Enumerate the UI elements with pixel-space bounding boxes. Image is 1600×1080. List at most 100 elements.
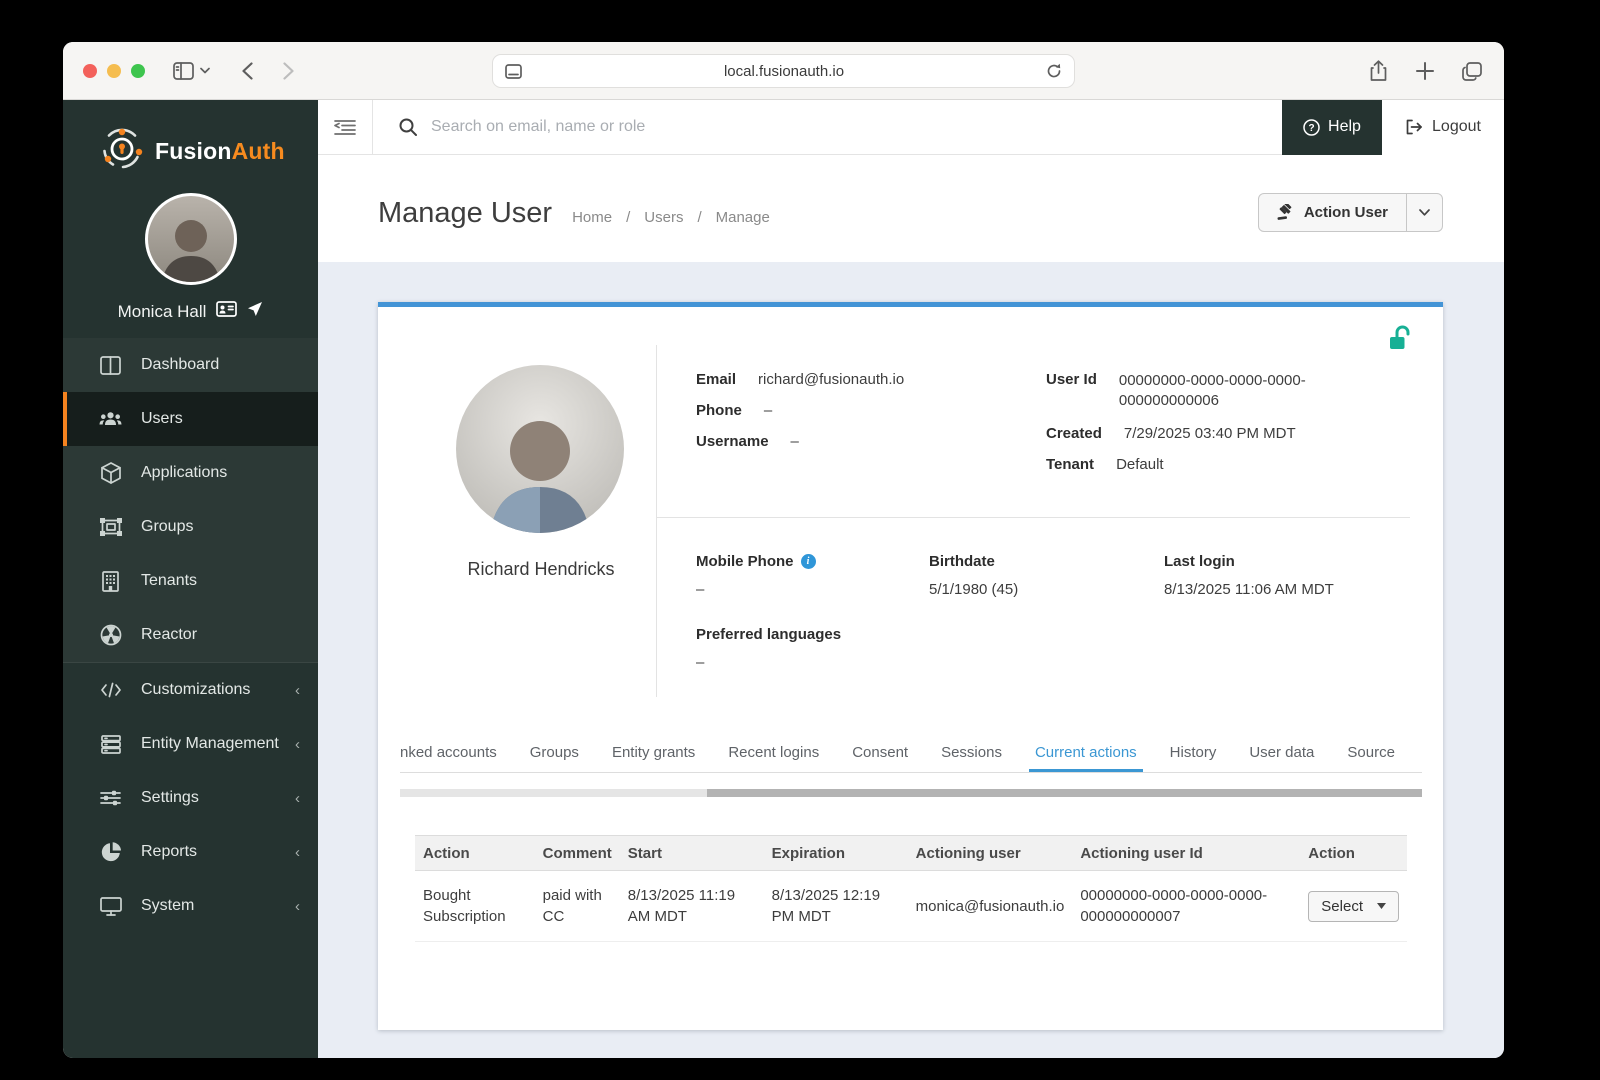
preferred-languages-label: Preferred languages bbox=[696, 626, 842, 643]
page-format-icon[interactable] bbox=[505, 63, 522, 79]
current-user-name: Monica Hall bbox=[117, 301, 207, 321]
cell-action: Bought Subscription bbox=[415, 870, 535, 942]
action-user-button[interactable]: Action User bbox=[1259, 194, 1406, 231]
close-window-button[interactable] bbox=[83, 63, 97, 78]
help-icon: ? bbox=[1303, 118, 1320, 136]
url-text: local.fusionauth.io bbox=[723, 62, 845, 80]
sidebar-nav: Dashboard Users Applications Groups Tena… bbox=[63, 338, 318, 933]
login-location-icon[interactable] bbox=[247, 301, 263, 322]
sidebar-dropdown-chevron-icon[interactable] bbox=[200, 67, 210, 74]
page-header: Manage User Home / Users / Manage Action… bbox=[318, 155, 1504, 262]
browser-window: local.fusionauth.io FusionAuth Monica Ha… bbox=[63, 42, 1504, 1058]
row-select-button[interactable]: Select bbox=[1308, 890, 1399, 922]
col-actioning-user: Actioning user bbox=[907, 835, 1073, 871]
sidebar-collapse-icon[interactable] bbox=[318, 119, 372, 135]
avatar[interactable] bbox=[144, 193, 237, 285]
search-input[interactable] bbox=[431, 118, 931, 136]
sidebar-item-users[interactable]: Users bbox=[63, 392, 318, 446]
mobile-phone-value: – bbox=[696, 581, 705, 598]
col-expiration: Expiration bbox=[763, 835, 908, 871]
browser-chrome: local.fusionauth.io bbox=[63, 42, 1504, 100]
gavel-icon bbox=[1277, 204, 1294, 221]
tab-linked-accounts[interactable]: nked accounts bbox=[400, 744, 497, 761]
phone-value: – bbox=[763, 402, 773, 419]
action-user-caret-button[interactable] bbox=[1406, 194, 1442, 231]
scrollbar-thumb[interactable] bbox=[400, 789, 707, 797]
new-tab-icon[interactable] bbox=[1416, 62, 1434, 80]
user-full-name: Richard Hendricks bbox=[467, 559, 615, 579]
users-icon bbox=[99, 410, 122, 428]
user-id-value: 00000000-0000-0000-0000-000000000006 bbox=[1118, 372, 1306, 409]
dashboard-icon bbox=[99, 355, 122, 375]
sidebar-item-applications[interactable]: Applications bbox=[63, 446, 318, 500]
browser-sidebar-toggle-icon[interactable] bbox=[173, 61, 194, 80]
info-icon[interactable]: i bbox=[800, 554, 816, 569]
sidebar-item-reports[interactable]: Reports ‹ bbox=[63, 825, 318, 879]
breadcrumb-manage[interactable]: Manage bbox=[716, 209, 770, 226]
sidebar: FusionAuth Monica Hall Dashboard Users A… bbox=[63, 100, 318, 1058]
tab-consent[interactable]: Consent bbox=[852, 744, 908, 761]
sidebar-item-dashboard[interactable]: Dashboard bbox=[63, 338, 318, 392]
sidebar-item-groups[interactable]: Groups bbox=[63, 500, 318, 554]
server-icon bbox=[99, 734, 122, 754]
username-label: Username bbox=[696, 433, 769, 450]
tab-history[interactable]: History bbox=[1170, 744, 1217, 761]
help-button[interactable]: ? Help bbox=[1282, 99, 1382, 155]
share-icon[interactable] bbox=[1369, 60, 1388, 82]
unlocked-icon[interactable] bbox=[1389, 325, 1413, 358]
minimize-window-button[interactable] bbox=[107, 63, 121, 78]
sidebar-item-tenants[interactable]: Tenants bbox=[63, 554, 318, 608]
tab-sessions[interactable]: Sessions bbox=[941, 744, 1002, 761]
monitor-icon bbox=[99, 896, 122, 916]
created-label: Created bbox=[1046, 425, 1102, 442]
building-icon bbox=[99, 570, 122, 592]
cell-expiration: 8/13/2025 12:19 PM MDT bbox=[763, 870, 908, 942]
email-label: Email bbox=[696, 371, 737, 388]
preferred-languages-value: – bbox=[696, 654, 705, 671]
tab-recent-logins[interactable]: Recent logins bbox=[728, 744, 819, 761]
cube-icon bbox=[99, 462, 122, 484]
id-card-icon[interactable] bbox=[216, 301, 238, 322]
tab-groups[interactable]: Groups bbox=[530, 744, 579, 761]
address-bar[interactable]: local.fusionauth.io bbox=[492, 54, 1075, 88]
traffic-lights bbox=[83, 63, 145, 78]
fusionauth-logo: FusionAuth bbox=[63, 100, 318, 177]
logout-button[interactable]: Logout bbox=[1382, 99, 1504, 155]
reload-icon[interactable] bbox=[1046, 63, 1062, 79]
breadcrumb-users[interactable]: Users bbox=[644, 209, 683, 226]
sidebar-item-entity-management[interactable]: Entity Management ‹ bbox=[63, 717, 318, 771]
breadcrumb-home[interactable]: Home bbox=[572, 209, 612, 226]
pie-chart-icon bbox=[99, 842, 122, 862]
col-action-menu: Action bbox=[1300, 835, 1407, 871]
page-title: Manage User bbox=[378, 197, 553, 229]
birthdate-value: 5/1/1980 (45) bbox=[929, 581, 1019, 598]
zoom-window-button[interactable] bbox=[131, 63, 145, 78]
table-row: Bought Subscription paid with CC 8/13/20… bbox=[415, 870, 1407, 942]
user-avatar bbox=[456, 365, 624, 533]
chevron-left-icon: ‹ bbox=[295, 843, 300, 861]
tab-overview-icon[interactable] bbox=[1462, 61, 1482, 81]
sidebar-item-reactor[interactable]: Reactor bbox=[63, 608, 318, 662]
sidebar-item-system[interactable]: System ‹ bbox=[63, 879, 318, 933]
sidebar-item-settings[interactable]: Settings ‹ bbox=[63, 771, 318, 825]
tab-source[interactable]: Source bbox=[1347, 744, 1395, 761]
created-value: 7/29/2025 03:40 PM MDT bbox=[1123, 425, 1296, 442]
col-start: Start bbox=[619, 835, 764, 871]
chevron-left-icon: ‹ bbox=[295, 789, 300, 807]
topbar: ? Help Logout bbox=[318, 99, 1504, 155]
radiation-icon bbox=[99, 624, 122, 646]
tab-entity-grants[interactable]: Entity grants bbox=[612, 744, 695, 761]
phone-label: Phone bbox=[696, 402, 742, 419]
code-icon bbox=[99, 682, 122, 698]
email-value: richard@fusionauth.io bbox=[758, 371, 905, 388]
tabs-horizontal-scrollbar[interactable] bbox=[400, 789, 1422, 797]
forward-button-icon[interactable] bbox=[283, 61, 294, 80]
user-card: Richard Hendricks Email richard@fusionaut… bbox=[378, 302, 1443, 1030]
tenant-label: Tenant bbox=[1046, 456, 1095, 473]
object-group-icon bbox=[99, 518, 122, 536]
back-button-icon[interactable] bbox=[242, 61, 253, 80]
fusionauth-logo-mark-icon bbox=[99, 126, 145, 177]
tab-current-actions[interactable]: Current actions bbox=[1028, 744, 1143, 772]
tab-user-data[interactable]: User data bbox=[1249, 744, 1314, 761]
sidebar-item-customizations[interactable]: Customizations ‹ bbox=[63, 663, 318, 717]
